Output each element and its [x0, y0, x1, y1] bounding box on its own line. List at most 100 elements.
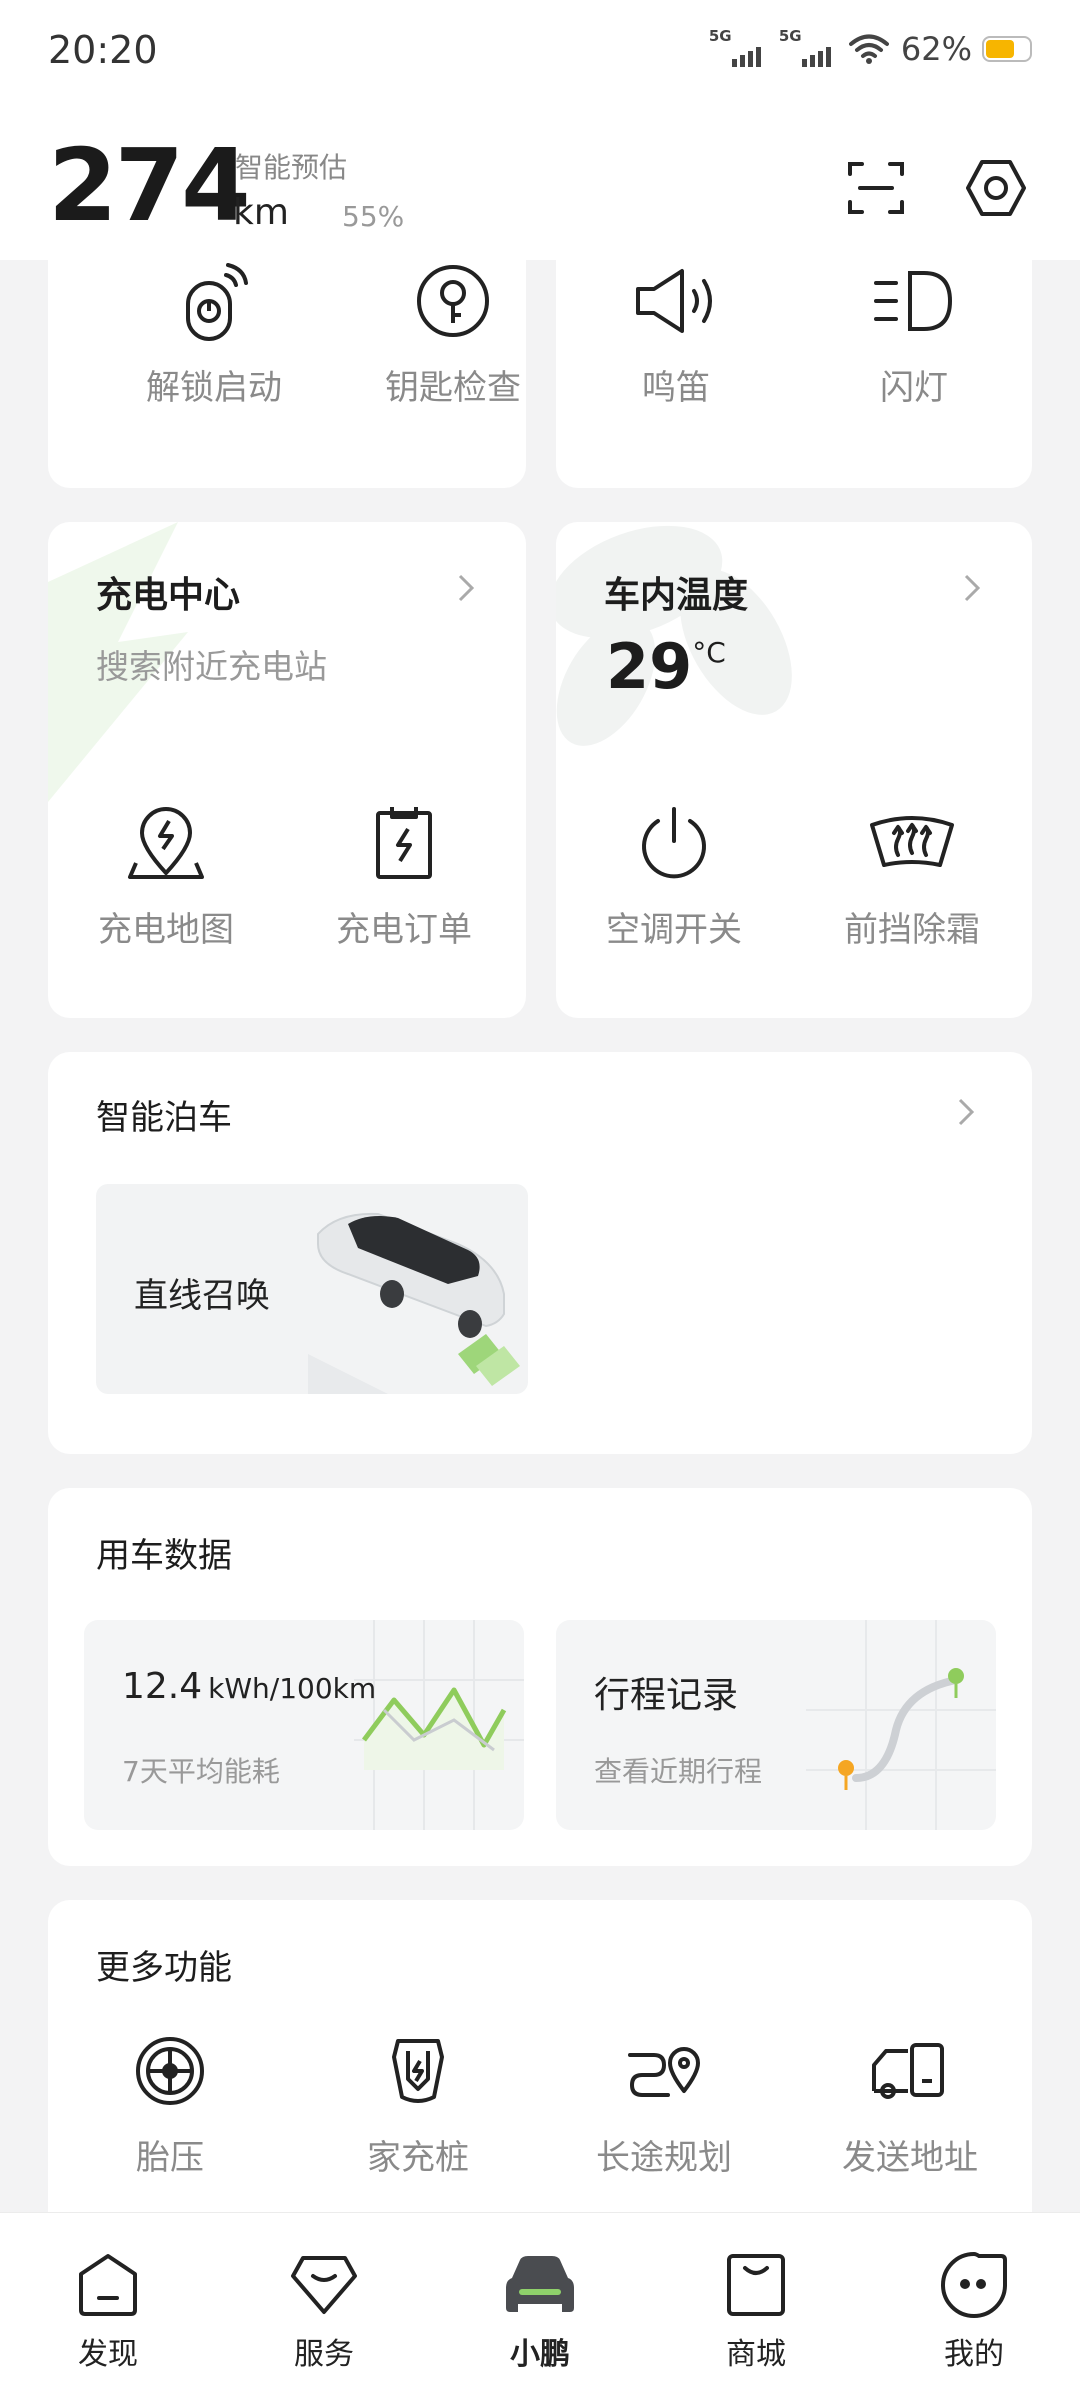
trip-label: 查看近期行程 — [594, 1755, 763, 1788]
tab-profile-label: 我的 — [944, 2337, 1004, 2372]
home-charger-label: 家充桩 — [367, 2138, 469, 2178]
tab-discover[interactable]: 发现 — [38, 2249, 178, 2373]
charging-subtitle: 搜索附近充电站 — [96, 647, 327, 686]
app-page: 20:20 5G 5G 62% 274 智能预估 km 55% 解锁启动 钥匙检… — [0, 0, 1080, 2400]
long-trip-planning-label: 长途规划 — [596, 2138, 732, 2178]
status-icons: 5G 5G 62% — [709, 27, 1032, 68]
signal-icon: 5G — [779, 27, 831, 67]
usage-title: 用车数据 — [96, 1536, 232, 1576]
smart-parking-title: 智能泊车 — [96, 1098, 232, 1138]
car-summon-illustration — [308, 1212, 520, 1394]
defrost-icon — [870, 816, 954, 867]
tab-discover-label: 发现 — [78, 2337, 138, 2372]
status-time: 20:20 — [48, 28, 158, 72]
scan-icon — [848, 162, 904, 214]
ac-toggle-label: 空调开关 — [606, 910, 742, 950]
send-address-button[interactable]: 发送地址 — [810, 2026, 1010, 2179]
charge-map-icon — [128, 807, 204, 879]
energy-value: 12.4 kWh/100km — [122, 1666, 376, 1707]
horn-icon — [636, 269, 712, 333]
service-icon — [291, 2256, 357, 2314]
smart-parking-card: 智能泊车 直线召唤 — [48, 1052, 1032, 1454]
flash-lights-button[interactable]: 闪灯 — [814, 256, 1014, 409]
charge-order-icon — [376, 807, 432, 879]
front-defrost-button[interactable]: 前挡除霜 — [812, 798, 1012, 951]
front-defrost-label: 前挡除霜 — [844, 910, 980, 950]
wifi-icon — [848, 34, 889, 64]
power-icon — [642, 807, 706, 879]
energy-consumption-tile[interactable]: 12.4 kWh/100km 7天平均能耗 — [84, 1620, 524, 1830]
sim1-label: 5G — [708, 27, 732, 45]
range-estimate-label: 智能预估 — [235, 151, 348, 184]
trip-record-tile[interactable]: 行程记录 查看近期行程 — [556, 1620, 996, 1830]
battery-percent: 62% — [900, 30, 972, 68]
range-unit: km — [233, 192, 289, 233]
energy-label: 7天平均能耗 — [122, 1755, 280, 1788]
range-header: 274 智能预估 km 55% — [0, 100, 1080, 260]
trip-title: 行程记录 — [594, 1675, 739, 1716]
tab-shop[interactable]: 商城 — [686, 2249, 826, 2373]
tire-pressure-label: 胎压 — [136, 2138, 204, 2178]
tab-service[interactable]: 服务 — [254, 2249, 394, 2373]
temperature-value: 29 — [606, 630, 693, 703]
settings-icon — [966, 160, 1026, 216]
energy-number: 12.4 — [122, 1666, 203, 1707]
chevron-right-icon[interactable] — [948, 1094, 984, 1130]
charging-title: 充电中心 — [96, 575, 241, 616]
battery-soc: 55% — [342, 200, 405, 233]
more-title: 更多功能 — [96, 1948, 232, 1988]
send-address-icon — [872, 2043, 944, 2099]
straight-summon-tile[interactable]: 直线召唤 — [96, 1184, 528, 1394]
unlock-start-button[interactable]: 解锁启动 — [114, 256, 314, 409]
energy-unit: kWh/100km — [208, 1672, 377, 1705]
charge-map-button[interactable]: 充电地图 — [66, 798, 266, 951]
charge-order-label: 充电订单 — [336, 910, 472, 950]
route-icon — [628, 2047, 700, 2097]
horn-label: 鸣笛 — [642, 368, 710, 408]
key-check-label: 钥匙检查 — [385, 368, 521, 408]
settings-button[interactable] — [960, 152, 1032, 224]
discover-icon — [79, 2254, 137, 2316]
shop-icon — [727, 2254, 785, 2316]
home-charger-button[interactable]: 家充桩 — [318, 2026, 518, 2179]
ac-toggle-button[interactable]: 空调开关 — [574, 798, 774, 951]
sim2-label: 5G — [778, 27, 802, 45]
tab-shop-label: 商城 — [726, 2337, 786, 2372]
key-icon — [417, 265, 489, 337]
remote-start-icon — [186, 263, 248, 341]
long-trip-planning-button[interactable]: 长途规划 — [564, 2026, 764, 2179]
battery-icon — [982, 36, 1032, 62]
range-value: 274 — [48, 127, 251, 244]
tab-xpeng-label: 小鹏 — [510, 2337, 570, 2372]
scan-button[interactable] — [840, 152, 912, 224]
tab-profile[interactable]: 我的 — [904, 2249, 1044, 2373]
usage-data-card: 用车数据 12.4 kWh/100km 7天平均能耗 行程记录 查看近期行程 — [48, 1488, 1032, 1866]
trip-route-graphic — [806, 1620, 996, 1830]
home-charger-icon — [392, 2039, 444, 2103]
tire-pressure-button[interactable]: 胎压 — [70, 2026, 270, 2179]
send-address-label: 发送地址 — [842, 2138, 978, 2178]
car-icon — [506, 2256, 574, 2312]
climate-card[interactable]: 车内温度 29°C 空调开关 前挡除霜 — [556, 522, 1032, 1018]
headlight-icon — [874, 271, 953, 331]
tire-icon — [136, 2037, 204, 2105]
climate-title: 车内温度 — [604, 575, 749, 616]
horn-button[interactable]: 鸣笛 — [576, 256, 776, 409]
straight-summon-label: 直线召唤 — [134, 1276, 270, 1316]
key-check-button[interactable]: 钥匙检查 — [353, 256, 526, 409]
status-bar: 20:20 5G 5G 62% — [0, 0, 1080, 100]
bottom-navigation: 发现 服务 小鹏 商城 我的 — [0, 2212, 1080, 2400]
charging-center-card[interactable]: 充电中心 搜索附近充电站 充电地图 充电订单 — [48, 522, 526, 1018]
tab-service-label: 服务 — [294, 2337, 354, 2372]
tab-xpeng[interactable]: 小鹏 — [470, 2249, 610, 2373]
chevron-right-icon[interactable] — [448, 570, 484, 606]
cabin-temperature: 29°C — [606, 630, 726, 703]
charge-map-label: 充电地图 — [98, 910, 234, 950]
signal-icon: 5G — [709, 27, 761, 67]
temperature-unit: °C — [692, 636, 726, 669]
unlock-start-label: 解锁启动 — [146, 368, 282, 408]
chevron-right-icon[interactable] — [954, 570, 990, 606]
flash-lights-label: 闪灯 — [880, 368, 948, 408]
energy-trend-graphic — [354, 1620, 524, 1830]
charge-order-button[interactable]: 充电订单 — [304, 798, 504, 951]
